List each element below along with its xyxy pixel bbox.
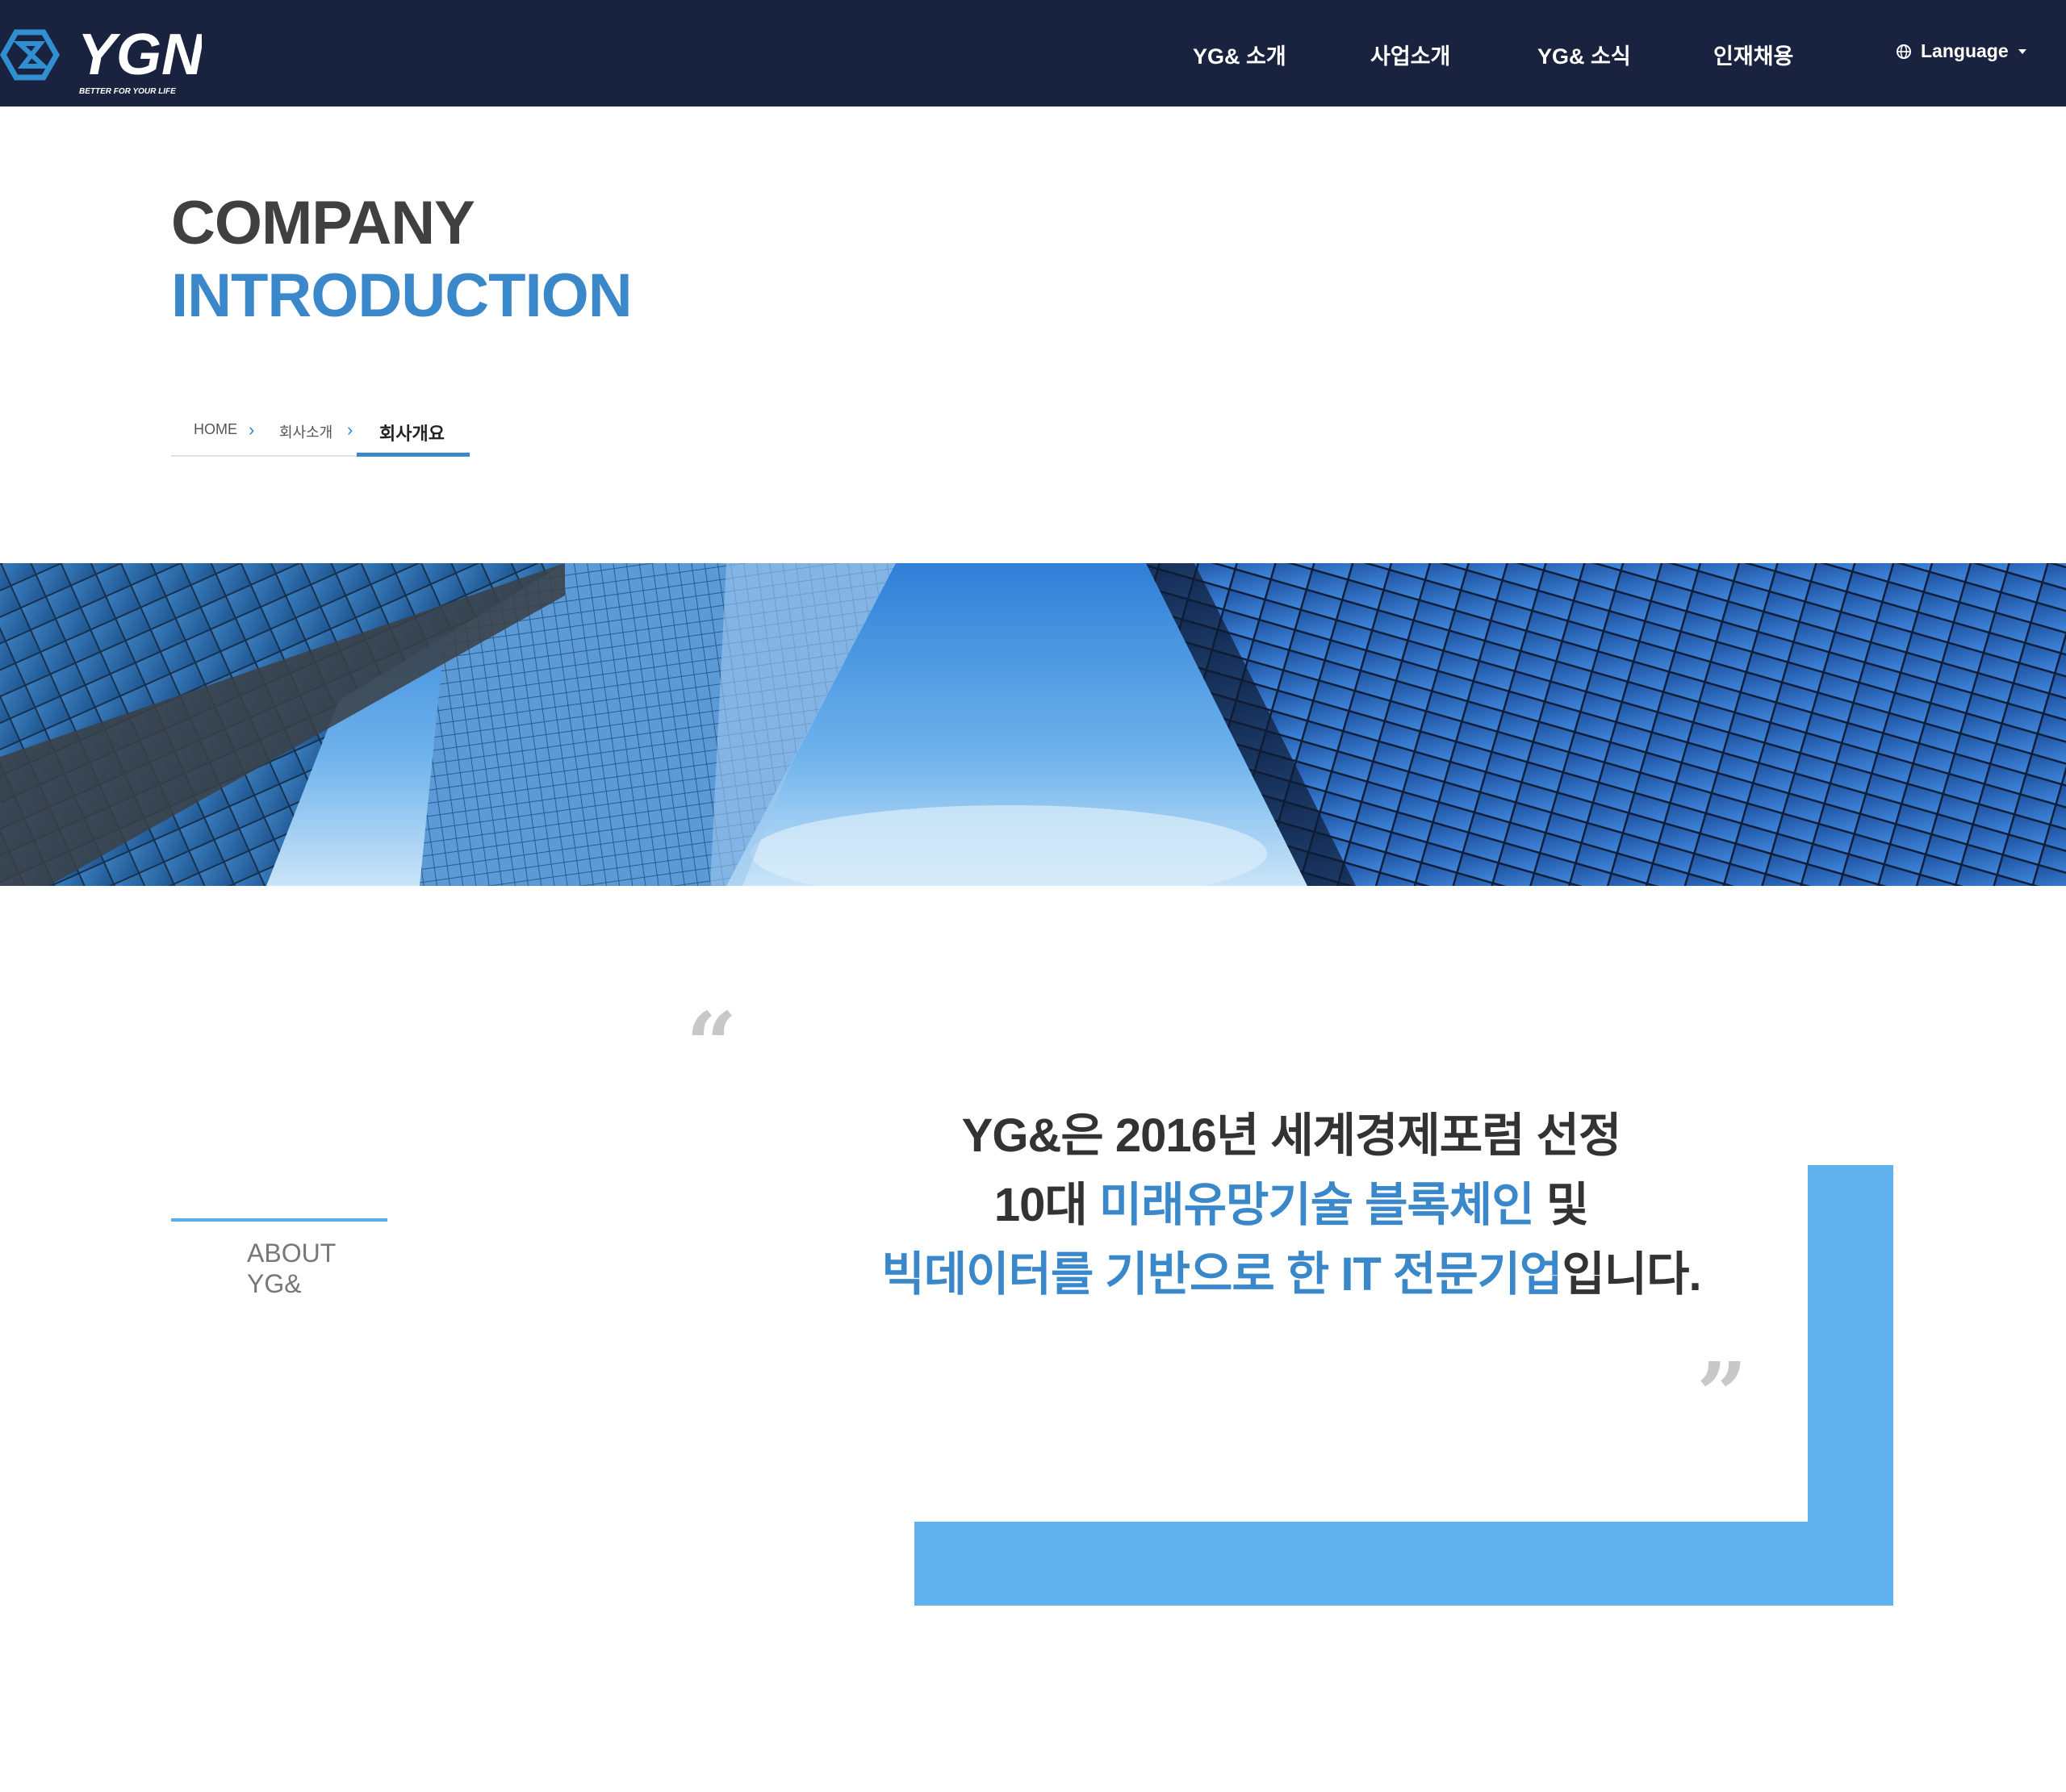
nav-item-news[interactable]: YG& 소식 bbox=[1537, 39, 1631, 70]
about-label: ABOUT YG& bbox=[247, 1238, 336, 1299]
close-quote-icon: ” bbox=[1696, 1343, 1748, 1447]
statement-line2-pre: 10대 bbox=[993, 1179, 1099, 1231]
decorative-frame-horizontal bbox=[914, 1522, 1893, 1606]
page-title-line1: COMPANY bbox=[171, 189, 475, 257]
open-quote-icon: “ bbox=[686, 992, 738, 1097]
nav-item-about[interactable]: YG& 소개 bbox=[1193, 39, 1286, 70]
statement-line2-highlight: 미래유망기술 블록체인 bbox=[1098, 1179, 1535, 1231]
chevron-right-icon: › bbox=[249, 420, 255, 440]
page-title-line2: INTRODUCTION bbox=[171, 261, 633, 330]
breadcrumb-current-label: 회사개요 bbox=[379, 424, 445, 444]
nav-item-careers[interactable]: 인재채용 bbox=[1713, 39, 1793, 70]
language-label: Language bbox=[1921, 40, 2009, 61]
caret-down-icon bbox=[2018, 48, 2026, 54]
statement-line2: 10대 미래유망기술 블록체인 및 bbox=[831, 1171, 1751, 1240]
statement-line2-post: 및 bbox=[1533, 1179, 1589, 1231]
breadcrumb-parent[interactable]: 회사소개 bbox=[279, 421, 332, 442]
statement-line3-highlight: 빅데이터를 기반으로 한 IT 전문기업 bbox=[881, 1248, 1562, 1301]
company-statement: YG&은 2016년 세계경제포럼 선정 10대 미래유망기술 블록체인 및 빅… bbox=[831, 1101, 1751, 1310]
about-label-line1: ABOUT bbox=[247, 1239, 337, 1268]
logo-icon: YGN BETTER FOR YOUR LIFE bbox=[0, 23, 202, 96]
breadcrumb-home[interactable]: HOME bbox=[194, 421, 237, 438]
breadcrumb: HOME › 회사소개 › 회사개요 bbox=[171, 411, 470, 457]
svg-text:YGN: YGN bbox=[77, 23, 202, 87]
statement-line1: YG&은 2016년 세계경제포럼 선정 bbox=[961, 1109, 1622, 1162]
language-selector[interactable]: Language bbox=[1895, 40, 2026, 62]
nav-item-business[interactable]: 사업소개 bbox=[1370, 39, 1450, 70]
logo[interactable]: YGN BETTER FOR YOUR LIFE bbox=[0, 19, 202, 100]
breadcrumb-current[interactable]: 회사개요 bbox=[357, 411, 470, 457]
globe-icon bbox=[1897, 44, 1911, 59]
chevron-right-icon: › bbox=[347, 420, 353, 440]
statement-line3: 빅데이터를 기반으로 한 IT 전문기업입니다. bbox=[831, 1240, 1751, 1310]
hero-banner-image bbox=[0, 563, 2066, 886]
site-header: YGN BETTER FOR YOUR LIFE YG& 소개 사업소개 YG&… bbox=[0, 0, 2066, 107]
svg-text:BETTER FOR YOUR LIFE: BETTER FOR YOUR LIFE bbox=[79, 87, 176, 96]
statement-line3-post: 입니다. bbox=[1562, 1248, 1701, 1301]
about-divider bbox=[171, 1218, 387, 1222]
about-label-line2: YG& bbox=[247, 1269, 302, 1298]
